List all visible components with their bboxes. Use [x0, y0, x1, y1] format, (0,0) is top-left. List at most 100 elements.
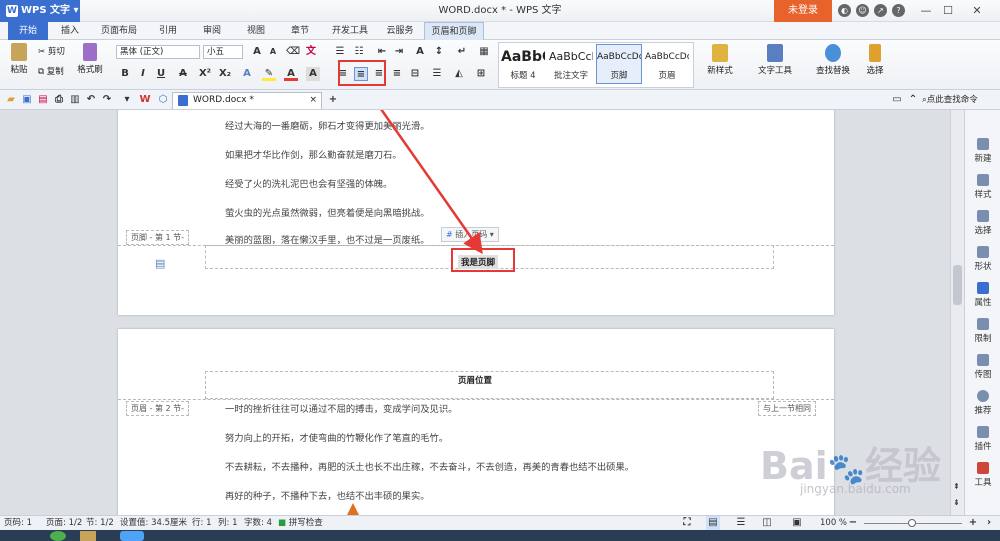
panel-upload-image[interactable]: 传图 — [965, 354, 1000, 380]
zoom-out-icon[interactable]: − — [846, 516, 860, 530]
clear-format-icon[interactable]: ⌫ — [286, 45, 300, 59]
vertical-scrollbar[interactable]: ⇞ ⇟ — [950, 110, 964, 515]
shrink-font-icon[interactable]: A — [266, 45, 280, 59]
panel-style[interactable]: 样式 — [965, 174, 1000, 200]
zoom-slider-thumb[interactable] — [908, 519, 916, 527]
select-button[interactable]: 选择 — [860, 44, 890, 77]
underline-button[interactable]: U — [154, 67, 168, 81]
maximize-button[interactable]: ☐ — [938, 0, 958, 22]
cube-icon[interactable]: ⬡ — [156, 93, 170, 107]
increase-indent-icon[interactable]: ⇥ — [392, 45, 406, 59]
prev-page-icon[interactable]: ⇞ — [953, 482, 960, 491]
taskbar-folder-icon[interactable] — [80, 531, 96, 541]
style-footer[interactable]: AaBbCcDc 页脚 — [596, 44, 642, 84]
taskbar-active-app-icon[interactable] — [120, 531, 144, 541]
format-painter-button[interactable]: 格式刷 — [76, 43, 104, 76]
tab-header-footer[interactable]: 页眉和页脚 — [424, 22, 484, 40]
panel-new[interactable]: 新建 — [965, 138, 1000, 164]
screen-icon[interactable]: ▭ — [890, 93, 904, 107]
open-icon[interactable]: ▰ — [4, 93, 18, 107]
border-icon[interactable]: ⊞ — [474, 67, 488, 81]
bold-button[interactable]: B — [118, 67, 132, 81]
phonetic-icon[interactable]: 文 — [304, 45, 318, 59]
panel-shape[interactable]: 形状 — [965, 246, 1000, 272]
next-page-icon[interactable]: ⇟ — [953, 498, 960, 507]
read-view-icon[interactable]: ▣ — [790, 516, 804, 530]
bullet-list-icon[interactable]: ☰ — [333, 45, 347, 59]
new-tab-icon[interactable]: + — [326, 93, 340, 107]
outline-view-icon[interactable]: ☰ — [734, 516, 748, 530]
expand-icon[interactable]: › — [982, 516, 996, 530]
text-effect-icon[interactable]: A — [240, 67, 254, 81]
style-header[interactable]: AaBbCcDc 页眉 — [644, 44, 690, 84]
page-view-icon[interactable]: ▤ — [706, 516, 720, 530]
subscript-button[interactable]: X₂ — [218, 67, 232, 81]
tab-home[interactable]: 开始 — [8, 22, 48, 40]
panel-restrict[interactable]: 限制 — [965, 318, 1000, 344]
skin-icon[interactable]: ◐ — [838, 4, 851, 17]
help-icon[interactable]: ? — [892, 4, 905, 17]
table-grid-icon[interactable]: ▦ — [477, 45, 491, 59]
preview-icon[interactable]: ▥ — [68, 93, 82, 107]
panel-tools[interactable]: 工具 — [965, 462, 1000, 488]
chinese-layout-icon[interactable]: A — [413, 45, 427, 59]
font-name-select[interactable]: 黑体 (正文) — [116, 45, 200, 59]
print-icon[interactable]: ⎙ — [52, 93, 66, 107]
share-icon[interactable]: ↗ — [874, 4, 887, 17]
minimize-ribbon-icon[interactable]: ⌃ — [906, 93, 920, 107]
spell-check-button[interactable]: ■ 拼写检查 — [278, 516, 323, 530]
line-spacing-icon[interactable]: ☰ — [430, 67, 444, 81]
command-search[interactable]: ⌕点此查找命令 — [922, 94, 978, 106]
new-style-button[interactable]: 新样式 — [700, 44, 740, 77]
login-button[interactable]: 未登录 — [774, 0, 832, 22]
cut-button[interactable]: ✂ 剪切 — [38, 46, 65, 58]
web-view-icon[interactable]: ◫ — [760, 516, 774, 530]
font-size-select[interactable]: 小五 — [203, 45, 243, 59]
save-icon[interactable]: ▣ — [20, 93, 34, 107]
document-tab[interactable]: WORD.docx * × — [172, 92, 322, 109]
redo-icon[interactable]: ↷ — [100, 93, 114, 107]
customize-dropdown-icon[interactable]: ▾ — [120, 93, 134, 107]
tab-review[interactable]: 审阅 — [194, 22, 230, 40]
app-menu-button[interactable]: W WPS 文字 ▾ — [0, 0, 80, 22]
grow-font-icon[interactable]: A — [250, 45, 264, 59]
style-comment-text[interactable]: AaBbCcI 批注文字 — [548, 44, 594, 84]
tab-view[interactable]: 视图 — [238, 22, 274, 40]
zoom-in-icon[interactable]: + — [966, 516, 980, 530]
tab-insert[interactable]: 插入 — [52, 22, 88, 40]
undo-icon[interactable]: ↶ — [84, 93, 98, 107]
find-replace-button[interactable]: 查找替换 — [808, 44, 858, 77]
paste-button[interactable]: 粘贴 — [6, 43, 32, 76]
font-color-icon[interactable]: A — [284, 67, 298, 81]
tab-developer[interactable]: 开发工具 — [326, 22, 374, 40]
justify-button[interactable]: ≡ — [390, 67, 404, 81]
highlight-icon[interactable]: ✎ — [262, 67, 276, 81]
taskbar-app-icon[interactable] — [50, 531, 66, 541]
panel-recommend[interactable]: 推荐 — [965, 390, 1000, 416]
panel-plugins[interactable]: 插件 — [965, 426, 1000, 452]
shading-icon[interactable]: ◭ — [452, 67, 466, 81]
text-tools-button[interactable]: 文字工具 — [750, 44, 800, 77]
panel-select[interactable]: 选择 — [965, 210, 1000, 236]
style-heading-4[interactable]: AaBbC标题 4 — [500, 44, 546, 84]
numbered-list-icon[interactable]: ☷ — [352, 45, 366, 59]
fullscreen-icon[interactable]: ⛶ — [680, 516, 694, 530]
sort-icon[interactable]: ↕ — [432, 45, 446, 59]
char-shading-icon[interactable]: A — [306, 67, 320, 81]
feedback-icon[interactable]: ☺ — [856, 4, 869, 17]
tab-cloud[interactable]: 云服务 — [380, 22, 420, 40]
tab-references[interactable]: 引用 — [150, 22, 186, 40]
minimize-button[interactable]: — — [916, 0, 936, 22]
copy-button[interactable]: ⧉ 复制 — [38, 66, 64, 78]
tab-chapter[interactable]: 章节 — [282, 22, 318, 40]
pdf-icon[interactable]: ▤ — [36, 93, 50, 107]
panel-properties[interactable]: 属性 — [965, 282, 1000, 308]
strikethrough-button[interactable]: A — [176, 67, 190, 81]
superscript-button[interactable]: X² — [198, 67, 212, 81]
decrease-indent-icon[interactable]: ⇤ — [375, 45, 389, 59]
wps-home-icon[interactable]: W — [138, 93, 152, 107]
close-button[interactable]: ✕ — [962, 0, 992, 22]
scroll-thumb[interactable] — [953, 265, 962, 305]
tab-page-layout[interactable]: 页面布局 — [94, 22, 144, 40]
close-tab-icon[interactable]: × — [309, 93, 317, 108]
